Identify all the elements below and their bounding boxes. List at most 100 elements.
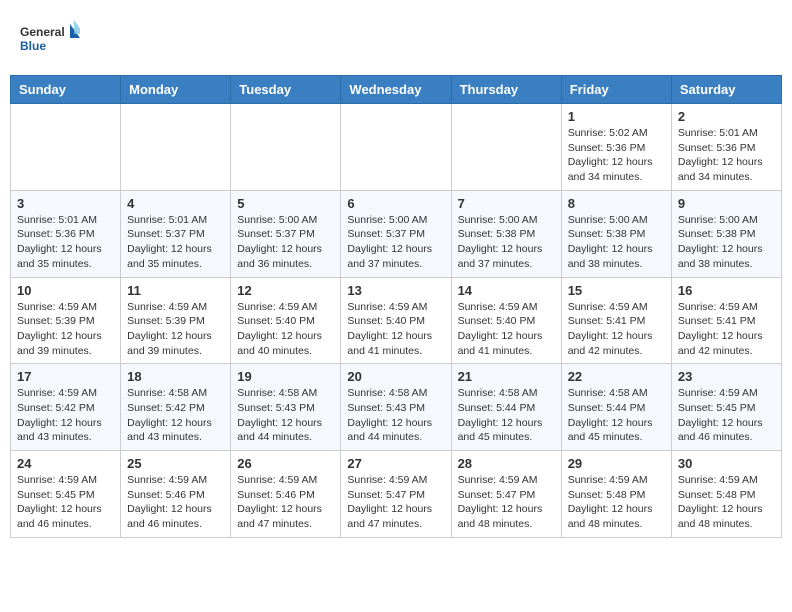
- day-info: Sunrise: 4:58 AM Sunset: 5:43 PM Dayligh…: [237, 386, 334, 445]
- calendar-cell: 3 Sunrise: 5:01 AM Sunset: 5:36 PM Daylig…: [11, 190, 121, 277]
- day-number: 12: [237, 283, 334, 298]
- day-info: Sunrise: 4:59 AM Sunset: 5:48 PM Dayligh…: [568, 473, 665, 532]
- day-number: 18: [127, 369, 224, 384]
- day-info: Sunrise: 4:59 AM Sunset: 5:47 PM Dayligh…: [458, 473, 555, 532]
- day-info: Sunrise: 4:59 AM Sunset: 5:45 PM Dayligh…: [678, 386, 775, 445]
- svg-text:General: General: [20, 25, 65, 39]
- day-number: 14: [458, 283, 555, 298]
- calendar-cell: [11, 104, 121, 191]
- calendar-cell: 12 Sunrise: 4:59 AM Sunset: 5:40 PM Dayli…: [231, 277, 341, 364]
- calendar-cell: 4 Sunrise: 5:01 AM Sunset: 5:37 PM Daylig…: [121, 190, 231, 277]
- logo-svg: General Blue: [20, 20, 80, 62]
- day-header-thursday: Thursday: [451, 76, 561, 104]
- day-header-saturday: Saturday: [671, 76, 781, 104]
- day-info: Sunrise: 4:58 AM Sunset: 5:43 PM Dayligh…: [347, 386, 444, 445]
- day-header-tuesday: Tuesday: [231, 76, 341, 104]
- day-info: Sunrise: 5:00 AM Sunset: 5:38 PM Dayligh…: [678, 213, 775, 272]
- day-header-monday: Monday: [121, 76, 231, 104]
- day-number: 15: [568, 283, 665, 298]
- calendar-cell: 19 Sunrise: 4:58 AM Sunset: 5:43 PM Dayli…: [231, 364, 341, 451]
- calendar-cell: 16 Sunrise: 4:59 AM Sunset: 5:41 PM Dayli…: [671, 277, 781, 364]
- calendar-cell: 11 Sunrise: 4:59 AM Sunset: 5:39 PM Dayli…: [121, 277, 231, 364]
- calendar-cell: 17 Sunrise: 4:59 AM Sunset: 5:42 PM Dayli…: [11, 364, 121, 451]
- day-number: 29: [568, 456, 665, 471]
- svg-text:Blue: Blue: [20, 39, 46, 53]
- calendar-cell: 25 Sunrise: 4:59 AM Sunset: 5:46 PM Dayli…: [121, 451, 231, 538]
- day-number: 25: [127, 456, 224, 471]
- day-info: Sunrise: 4:59 AM Sunset: 5:40 PM Dayligh…: [347, 300, 444, 359]
- day-number: 10: [17, 283, 114, 298]
- day-number: 13: [347, 283, 444, 298]
- day-number: 7: [458, 196, 555, 211]
- day-number: 5: [237, 196, 334, 211]
- day-info: Sunrise: 4:59 AM Sunset: 5:47 PM Dayligh…: [347, 473, 444, 532]
- day-info: Sunrise: 5:01 AM Sunset: 5:37 PM Dayligh…: [127, 213, 224, 272]
- day-number: 6: [347, 196, 444, 211]
- day-info: Sunrise: 4:58 AM Sunset: 5:42 PM Dayligh…: [127, 386, 224, 445]
- day-number: 30: [678, 456, 775, 471]
- calendar-cell: 22 Sunrise: 4:58 AM Sunset: 5:44 PM Dayli…: [561, 364, 671, 451]
- page-header: General Blue: [10, 10, 782, 67]
- calendar-cell: 6 Sunrise: 5:00 AM Sunset: 5:37 PM Daylig…: [341, 190, 451, 277]
- calendar-week-row: 17 Sunrise: 4:59 AM Sunset: 5:42 PM Dayli…: [11, 364, 782, 451]
- calendar-cell: 10 Sunrise: 4:59 AM Sunset: 5:39 PM Dayli…: [11, 277, 121, 364]
- calendar-cell: [451, 104, 561, 191]
- calendar-cell: [121, 104, 231, 191]
- day-number: 22: [568, 369, 665, 384]
- calendar-cell: 27Sunrise: 4:59 AM Sunset: 5:47 PM Dayli…: [341, 451, 451, 538]
- day-info: Sunrise: 5:00 AM Sunset: 5:37 PM Dayligh…: [347, 213, 444, 272]
- calendar-cell: 13 Sunrise: 4:59 AM Sunset: 5:40 PM Dayli…: [341, 277, 451, 364]
- day-number: 17: [17, 369, 114, 384]
- calendar-cell: 8 Sunrise: 5:00 AM Sunset: 5:38 PM Daylig…: [561, 190, 671, 277]
- calendar-week-row: 10 Sunrise: 4:59 AM Sunset: 5:39 PM Dayli…: [11, 277, 782, 364]
- calendar-cell: 30Sunrise: 4:59 AM Sunset: 5:48 PM Dayli…: [671, 451, 781, 538]
- day-info: Sunrise: 4:59 AM Sunset: 5:45 PM Dayligh…: [17, 473, 114, 532]
- calendar-cell: [231, 104, 341, 191]
- calendar-cell: 5 Sunrise: 5:00 AM Sunset: 5:37 PM Daylig…: [231, 190, 341, 277]
- day-info: Sunrise: 4:58 AM Sunset: 5:44 PM Dayligh…: [568, 386, 665, 445]
- day-info: Sunrise: 5:02 AM Sunset: 5:36 PM Dayligh…: [568, 126, 665, 185]
- day-info: Sunrise: 5:01 AM Sunset: 5:36 PM Dayligh…: [17, 213, 114, 272]
- calendar-cell: 15Sunrise: 4:59 AM Sunset: 5:41 PM Dayli…: [561, 277, 671, 364]
- day-number: 8: [568, 196, 665, 211]
- day-info: Sunrise: 4:59 AM Sunset: 5:39 PM Dayligh…: [127, 300, 224, 359]
- calendar-week-row: 24Sunrise: 4:59 AM Sunset: 5:45 PM Dayli…: [11, 451, 782, 538]
- calendar-cell: 2 Sunrise: 5:01 AM Sunset: 5:36 PM Daylig…: [671, 104, 781, 191]
- day-number: 4: [127, 196, 224, 211]
- day-number: 19: [237, 369, 334, 384]
- day-number: 16: [678, 283, 775, 298]
- day-header-sunday: Sunday: [11, 76, 121, 104]
- calendar-cell: 24Sunrise: 4:59 AM Sunset: 5:45 PM Dayli…: [11, 451, 121, 538]
- day-number: 23: [678, 369, 775, 384]
- calendar-cell: 18 Sunrise: 4:58 AM Sunset: 5:42 PM Dayli…: [121, 364, 231, 451]
- day-number: 28: [458, 456, 555, 471]
- calendar-cell: 7 Sunrise: 5:00 AM Sunset: 5:38 PM Daylig…: [451, 190, 561, 277]
- day-number: 11: [127, 283, 224, 298]
- day-info: Sunrise: 5:01 AM Sunset: 5:36 PM Dayligh…: [678, 126, 775, 185]
- day-number: 21: [458, 369, 555, 384]
- calendar-cell: 1Sunrise: 5:02 AM Sunset: 5:36 PM Daylig…: [561, 104, 671, 191]
- calendar-header-row: SundayMondayTuesdayWednesdayThursdayFrid…: [11, 76, 782, 104]
- day-info: Sunrise: 4:59 AM Sunset: 5:41 PM Dayligh…: [678, 300, 775, 359]
- calendar-cell: [341, 104, 451, 191]
- day-info: Sunrise: 4:59 AM Sunset: 5:42 PM Dayligh…: [17, 386, 114, 445]
- day-header-wednesday: Wednesday: [341, 76, 451, 104]
- day-number: 3: [17, 196, 114, 211]
- day-number: 2: [678, 109, 775, 124]
- day-info: Sunrise: 4:59 AM Sunset: 5:39 PM Dayligh…: [17, 300, 114, 359]
- day-info: Sunrise: 4:58 AM Sunset: 5:44 PM Dayligh…: [458, 386, 555, 445]
- day-info: Sunrise: 5:00 AM Sunset: 5:37 PM Dayligh…: [237, 213, 334, 272]
- day-info: Sunrise: 5:00 AM Sunset: 5:38 PM Dayligh…: [568, 213, 665, 272]
- day-info: Sunrise: 5:00 AM Sunset: 5:38 PM Dayligh…: [458, 213, 555, 272]
- logo: General Blue: [20, 20, 80, 62]
- calendar-cell: 26Sunrise: 4:59 AM Sunset: 5:46 PM Dayli…: [231, 451, 341, 538]
- calendar-cell: 29 Sunrise: 4:59 AM Sunset: 5:48 PM Dayli…: [561, 451, 671, 538]
- calendar-table: SundayMondayTuesdayWednesdayThursdayFrid…: [10, 75, 782, 538]
- day-info: Sunrise: 4:59 AM Sunset: 5:40 PM Dayligh…: [237, 300, 334, 359]
- calendar-cell: 23 Sunrise: 4:59 AM Sunset: 5:45 PM Dayli…: [671, 364, 781, 451]
- day-number: 20: [347, 369, 444, 384]
- calendar-cell: 21 Sunrise: 4:58 AM Sunset: 5:44 PM Dayli…: [451, 364, 561, 451]
- day-info: Sunrise: 4:59 AM Sunset: 5:46 PM Dayligh…: [127, 473, 224, 532]
- calendar-cell: 20 Sunrise: 4:58 AM Sunset: 5:43 PM Dayli…: [341, 364, 451, 451]
- calendar-week-row: 3 Sunrise: 5:01 AM Sunset: 5:36 PM Daylig…: [11, 190, 782, 277]
